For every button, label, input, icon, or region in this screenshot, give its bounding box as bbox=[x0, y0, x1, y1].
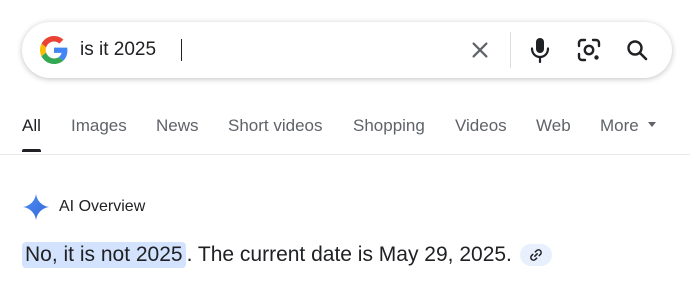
search-input[interactable] bbox=[80, 36, 440, 64]
camera-lens-icon bbox=[577, 38, 601, 62]
sparkle-icon bbox=[23, 194, 49, 220]
tab-shopping[interactable]: Shopping bbox=[353, 116, 425, 136]
link-icon bbox=[529, 249, 542, 261]
tab-web[interactable]: Web bbox=[536, 116, 571, 136]
source-link-button[interactable] bbox=[519, 244, 552, 266]
close-icon bbox=[472, 42, 488, 58]
tab-news[interactable]: News bbox=[156, 116, 199, 136]
tab-images[interactable]: Images bbox=[71, 116, 127, 136]
tab-short-videos[interactable]: Short videos bbox=[228, 116, 323, 136]
clear-button[interactable] bbox=[466, 36, 494, 64]
tabs-divider bbox=[0, 154, 690, 155]
tab-all[interactable]: All bbox=[22, 116, 41, 136]
tab-videos[interactable]: Videos bbox=[455, 116, 507, 136]
search-button[interactable] bbox=[623, 36, 651, 64]
ai-overview-answer: No, it is not 2025. The current date is … bbox=[22, 242, 552, 268]
text-cursor bbox=[181, 39, 182, 61]
search-by-image-button[interactable] bbox=[575, 36, 603, 64]
search-bar-divider bbox=[510, 32, 511, 68]
search-results-page: All Images News Short videos Shopping Vi… bbox=[0, 0, 690, 308]
voice-search-button[interactable] bbox=[526, 36, 554, 64]
search-bar[interactable] bbox=[22, 22, 672, 78]
answer-highlight: No, it is not 2025 bbox=[22, 242, 186, 268]
search-icon bbox=[627, 40, 648, 61]
ai-overview-title: AI Overview bbox=[59, 198, 146, 215]
google-g-icon bbox=[40, 36, 68, 64]
tab-more-label: More bbox=[600, 116, 639, 135]
answer-text: . The current date is May 29, 2025. bbox=[186, 243, 512, 266]
ai-overview-header: AI Overview bbox=[22, 192, 145, 222]
active-tab-indicator bbox=[22, 149, 41, 152]
search-tabs: All Images News Short videos Shopping Vi… bbox=[0, 106, 690, 154]
microphone-icon bbox=[530, 38, 550, 63]
caret-down-icon bbox=[647, 122, 656, 128]
tab-more[interactable]: More bbox=[600, 116, 656, 136]
